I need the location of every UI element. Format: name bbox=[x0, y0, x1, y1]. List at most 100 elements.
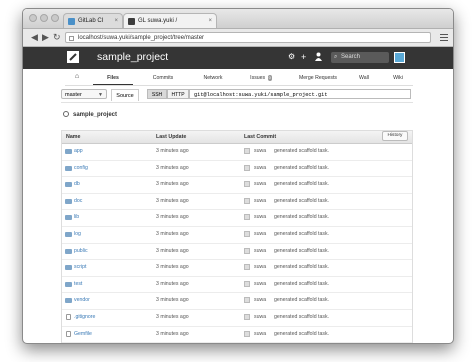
file-name-link[interactable]: app bbox=[74, 144, 83, 159]
file-name-link[interactable]: test bbox=[74, 277, 82, 292]
file-icon bbox=[66, 330, 71, 337]
file-name-link[interactable]: log bbox=[74, 227, 81, 242]
browser-tab-gitlab-ci[interactable]: GitLab CI × bbox=[63, 13, 123, 28]
file-name-link[interactable]: script bbox=[74, 260, 86, 275]
commit-message-link[interactable]: generated scaffold task. bbox=[274, 177, 329, 192]
tab-files[interactable]: Files bbox=[93, 70, 133, 86]
address-bar[interactable]: localhost/suwa.yuki/sample_project/tree/… bbox=[65, 32, 431, 43]
file-name-link[interactable]: vendor bbox=[74, 293, 90, 308]
file-name-link[interactable]: doc bbox=[74, 194, 82, 209]
column-header-last-update: Last Update bbox=[156, 134, 187, 140]
commit-author[interactable]: suwa bbox=[254, 277, 266, 292]
commit-author[interactable]: suwa bbox=[254, 244, 266, 259]
table-row: app 3 minutes ago suwa generated scaffold t… bbox=[62, 144, 412, 161]
arrow-left-icon[interactable]: ◀ bbox=[31, 32, 38, 42]
menu-icon[interactable] bbox=[440, 34, 448, 41]
file-name-link[interactable]: lib bbox=[74, 210, 79, 225]
folder-icon bbox=[65, 248, 72, 254]
history-button[interactable]: History bbox=[382, 131, 408, 141]
project-title[interactable]: sample_project bbox=[97, 51, 168, 64]
commit-message-link[interactable]: generated scaffold task. bbox=[274, 327, 329, 342]
page-icon bbox=[69, 36, 74, 41]
commit-message-link[interactable]: generated scaffold task. bbox=[274, 194, 329, 209]
commit-author[interactable]: suwa bbox=[254, 144, 266, 159]
commit-message-link[interactable]: generated scaffold task. bbox=[274, 161, 329, 176]
commit-author-avatar bbox=[244, 181, 250, 188]
commit-message-link[interactable]: generated scaffold task. bbox=[274, 260, 329, 275]
tab-merge-requests[interactable]: Merge Requests bbox=[291, 70, 345, 84]
commit-author-avatar bbox=[244, 230, 250, 237]
commit-author-avatar bbox=[244, 313, 250, 320]
gitlab-logo-icon[interactable] bbox=[67, 51, 79, 63]
commit-author[interactable]: suwa bbox=[254, 161, 266, 176]
table-row: config 3 minutes ago suwa generated scaffol… bbox=[62, 161, 412, 178]
commit-message-link[interactable]: generated scaffold task. bbox=[274, 310, 329, 325]
file-table: Name Last Update Last Commit History app… bbox=[61, 130, 413, 343]
gear-icon[interactable]: ⚙ bbox=[288, 52, 295, 62]
commit-author[interactable]: suwa bbox=[254, 310, 266, 325]
commit-message-link[interactable]: generated scaffold task. bbox=[274, 227, 329, 242]
table-row: vendor 3 minutes ago suwa generated scaffol… bbox=[62, 293, 412, 310]
minimize-window-button[interactable] bbox=[40, 14, 48, 22]
folder-icon bbox=[65, 149, 72, 154]
maximize-window-button[interactable] bbox=[51, 14, 59, 22]
plus-icon[interactable]: + bbox=[301, 52, 306, 62]
tab-network[interactable]: Network bbox=[193, 70, 233, 84]
close-tab-icon[interactable]: × bbox=[114, 14, 118, 29]
repo-name[interactable]: sample_project bbox=[73, 112, 117, 118]
file-name-link[interactable]: Gemfile bbox=[74, 327, 92, 342]
search-input[interactable]: ⌕ Search bbox=[331, 52, 389, 63]
table-row: db 3 minutes ago suwa generated scaffold ta… bbox=[62, 177, 412, 194]
commit-author[interactable]: suwa bbox=[254, 227, 266, 242]
commit-message-link[interactable]: generated scaffold task. bbox=[274, 144, 329, 159]
file-name-link[interactable]: config bbox=[74, 161, 88, 176]
folder-icon bbox=[65, 165, 72, 171]
commit-author[interactable]: suwa bbox=[254, 210, 266, 225]
commit-message-link[interactable]: generated scaffold task. bbox=[274, 210, 329, 225]
close-window-button[interactable] bbox=[29, 14, 37, 22]
commit-message-link[interactable]: generated scaffold task. bbox=[274, 293, 329, 308]
folder-icon bbox=[65, 198, 72, 204]
last-update-text: 3 minutes ago bbox=[156, 230, 189, 237]
table-header: Name Last Update Last Commit History bbox=[62, 131, 412, 144]
tab-wall[interactable]: Wall bbox=[349, 70, 379, 84]
gitlab-ci-favicon-icon bbox=[68, 18, 75, 25]
reload-icon[interactable]: ↻ bbox=[53, 32, 61, 42]
last-update-text: 3 minutes ago bbox=[156, 247, 189, 254]
tab-issues[interactable]: Issues 0 bbox=[241, 70, 281, 84]
source-tab[interactable]: Source bbox=[111, 89, 139, 101]
file-name-link[interactable]: .gitignore bbox=[74, 310, 95, 325]
clone-url-input[interactable]: git@localhost:suwa.yuki/sample_project.g… bbox=[189, 89, 411, 99]
commit-author[interactable]: suwa bbox=[254, 194, 266, 209]
user-icon[interactable] bbox=[315, 52, 322, 61]
commit-message-link[interactable]: generated scaffold task. bbox=[274, 277, 329, 292]
browser-tab-sample-project[interactable]: GL suwa.yuki / sample_project | ... × bbox=[123, 13, 217, 39]
file-name-link[interactable]: db bbox=[74, 177, 80, 192]
tab-wiki[interactable]: Wiki bbox=[383, 70, 413, 84]
ssh-button[interactable]: SSH bbox=[147, 89, 167, 99]
branch-select[interactable]: master ▼ bbox=[61, 89, 107, 99]
table-row: public 3 minutes ago suwa generated scaffol… bbox=[62, 244, 412, 261]
avatar[interactable] bbox=[394, 52, 405, 63]
tab-label: GitLab CI bbox=[78, 18, 104, 24]
commit-author[interactable]: suwa bbox=[254, 177, 266, 192]
issues-count-badge: 0 bbox=[267, 75, 272, 81]
close-tab-icon[interactable]: × bbox=[208, 14, 212, 29]
folder-icon bbox=[65, 298, 72, 304]
commit-author[interactable]: suwa bbox=[254, 293, 266, 308]
browser-toolbar: ◀ ▶ ↻ localhost/suwa.yuki/sample_project… bbox=[23, 29, 453, 47]
last-update-text: 3 minutes ago bbox=[156, 148, 189, 154]
table-row: Gemfile 3 minutes ago suwa generated scaffo… bbox=[62, 327, 412, 343]
search-icon: ⌕ bbox=[334, 54, 338, 60]
commit-author[interactable]: suwa bbox=[254, 260, 266, 275]
column-header-name: Name bbox=[66, 134, 81, 140]
file-name-link[interactable]: public bbox=[74, 244, 88, 259]
folder-icon bbox=[65, 231, 72, 237]
commit-author[interactable]: suwa bbox=[254, 327, 266, 342]
http-button[interactable]: HTTP bbox=[167, 89, 189, 99]
commit-author-avatar bbox=[244, 297, 250, 304]
commit-message-link[interactable]: generated scaffold task. bbox=[274, 244, 329, 259]
home-icon[interactable]: ⌂ bbox=[69, 70, 85, 84]
arrow-right-icon[interactable]: ▶ bbox=[42, 32, 49, 42]
tab-commits[interactable]: Commits bbox=[143, 70, 183, 84]
